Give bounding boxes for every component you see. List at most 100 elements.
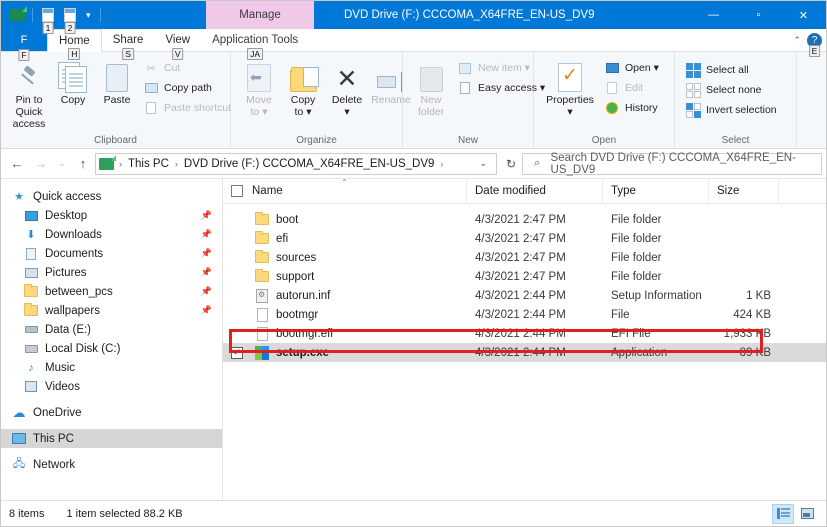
tab-home-label: Home <box>59 35 90 47</box>
search-input[interactable]: Search DVD Drive (F:) CCCOMA_X64FRE_EN-U… <box>551 152 814 176</box>
back-button[interactable]: ← <box>5 152 29 176</box>
contextual-tab-manage[interactable]: Manage <box>206 1 314 29</box>
forward-button[interactable]: → <box>29 152 53 176</box>
pin-icon: 📌 <box>201 267 212 278</box>
row-checkbox[interactable]: ✓ <box>231 347 243 359</box>
content-area: ★ Quick access Desktop 📌 ⬇ Downloads 📌 D… <box>1 179 826 500</box>
copy-button[interactable]: Copy <box>51 56 95 108</box>
open-button[interactable]: Open ▾ <box>600 58 663 78</box>
sidebar-item-music[interactable]: ♪ Music <box>1 358 222 377</box>
close-button[interactable]: ✕ <box>781 1 826 29</box>
sidebar-item-documents[interactable]: Documents 📌 <box>1 244 222 263</box>
sidebar-item-videos[interactable]: Videos <box>1 377 222 396</box>
new-folder-qat-button[interactable]: 2 <box>60 5 80 25</box>
sidebar-item-pictures[interactable]: Pictures 📌 <box>1 263 222 282</box>
checkmark-icon: ✓ <box>233 347 241 358</box>
refresh-button[interactable]: ↻ <box>500 153 522 175</box>
search-box[interactable]: ⌕ Search DVD Drive (F:) CCCOMA_X64FRE_EN… <box>522 153 822 175</box>
sidebar-item-data-e[interactable]: Data (E:) <box>1 320 222 339</box>
item-count: 8 items <box>9 508 44 520</box>
file-size: 89 KB <box>709 347 779 359</box>
breadcrumb-item-this-pc[interactable]: This PC <box>126 158 171 170</box>
invert-selection-button[interactable]: Invert selection <box>681 100 781 120</box>
move-to-button[interactable]: Move to ▾ <box>237 56 281 120</box>
select-all-button[interactable]: Select all <box>681 60 781 80</box>
quick-access-toolbar: 1 2 ▾ <box>1 1 104 29</box>
column-header-size[interactable]: Size <box>709 179 779 204</box>
tab-file[interactable]: F F <box>1 28 47 51</box>
breadcrumb-separator-1: › <box>174 159 179 169</box>
sidebar-item-label: Downloads <box>45 229 102 241</box>
paste-shortcut-button[interactable]: Paste shortcut <box>139 98 235 118</box>
file-name: support <box>276 271 314 283</box>
sidebar-item-local-disk-c[interactable]: Local Disk (C:) <box>1 339 222 358</box>
file-type: EFI File <box>603 328 709 340</box>
help-icon[interactable]: ? E <box>807 33 822 48</box>
sort-ascending-icon: ⌃ <box>341 178 348 187</box>
up-button[interactable]: ↑ <box>71 152 95 176</box>
file-name: boot <box>276 214 298 226</box>
ribbon-utility-buttons: ⌃ ? E <box>793 29 822 52</box>
sidebar-item-this-pc[interactable]: This PC <box>1 429 222 448</box>
breadcrumb-item-dvd-drive[interactable]: DVD Drive (F:) CCCOMA_X64FRE_EN-US_DV9 <box>182 158 437 170</box>
sidebar-item-label: Music <box>45 362 75 374</box>
explorer-icon[interactable] <box>7 5 27 25</box>
sidebar-item-quick-access[interactable]: ★ Quick access <box>1 187 222 206</box>
table-row-selected[interactable]: ✓ setup.exe 4/3/2021 2:44 PM Application… <box>223 343 826 362</box>
sidebar-item-downloads[interactable]: ⬇ Downloads 📌 <box>1 225 222 244</box>
recent-locations-button[interactable]: ⌄ <box>53 152 71 176</box>
breadcrumb-dropdown-icon[interactable]: ⌄ <box>473 158 493 169</box>
select-none-button[interactable]: Select none <box>681 80 781 100</box>
file-name-cell: autorun.inf <box>223 288 467 304</box>
file-type: File <box>603 309 709 321</box>
collapse-ribbon-icon[interactable]: ⌃ <box>793 35 801 46</box>
tab-application-tools[interactable]: Application Tools JA <box>201 28 309 51</box>
qat-dropdown-icon[interactable]: ▾ <box>82 10 95 21</box>
generic-file-icon <box>254 326 270 342</box>
column-headers: ⌃ Name Date modified Type Size <box>223 179 826 204</box>
sidebar-item-wallpapers[interactable]: wallpapers 📌 <box>1 301 222 320</box>
copy-to-button[interactable]: Copy to ▾ <box>281 56 325 120</box>
window-title: DVD Drive (F:) CCCOMA_X64FRE_EN-US_DV9 <box>344 1 595 29</box>
table-row[interactable]: support 4/3/2021 2:47 PM File folder <box>223 267 826 286</box>
column-header-type[interactable]: Type <box>603 179 709 204</box>
sidebar-item-between-pcs[interactable]: between_pcs 📌 <box>1 282 222 301</box>
help-keytip: E <box>809 45 821 57</box>
paste-button[interactable]: Paste <box>95 56 139 108</box>
window-controls: — ▫ ✕ <box>691 1 826 29</box>
minimize-button[interactable]: — <box>691 1 736 29</box>
properties-qat-button[interactable]: 1 <box>38 5 58 25</box>
table-row[interactable]: boot 4/3/2021 2:47 PM File folder <box>223 210 826 229</box>
tab-share[interactable]: Share S <box>102 28 155 51</box>
history-button[interactable]: History <box>600 98 663 118</box>
view-buttons <box>772 504 818 524</box>
select-all-icon <box>685 62 701 78</box>
details-view-button[interactable] <box>772 504 794 524</box>
maximize-button[interactable]: ▫ <box>736 1 781 29</box>
sidebar-item-desktop[interactable]: Desktop 📌 <box>1 206 222 225</box>
column-header-date-modified[interactable]: Date modified <box>467 179 603 204</box>
column-header-name[interactable]: ⌃ Name <box>223 179 467 204</box>
table-row[interactable]: autorun.inf 4/3/2021 2:44 PM Setup Infor… <box>223 286 826 305</box>
sidebar-item-network[interactable]: 🖧 Network <box>1 455 222 474</box>
table-row[interactable]: efi 4/3/2021 2:47 PM File folder <box>223 229 826 248</box>
large-icons-view-button[interactable] <box>796 504 818 524</box>
sidebar-item-onedrive[interactable]: ☁ OneDrive <box>1 403 222 422</box>
edit-button[interactable]: Edit <box>600 78 663 98</box>
table-row[interactable]: sources 4/3/2021 2:47 PM File folder <box>223 248 826 267</box>
select-all-checkbox[interactable] <box>231 185 243 197</box>
cut-button[interactable]: ✂ Cut <box>139 58 235 78</box>
tab-view-keytip: V <box>172 48 184 60</box>
file-name-cell: support <box>223 269 467 285</box>
tab-view[interactable]: View V <box>154 28 201 51</box>
pin-to-quick-access-button[interactable]: Pin to Quick access <box>7 56 51 132</box>
new-folder-button[interactable]: New folder <box>409 56 453 120</box>
copy-path-button[interactable]: Copy path <box>139 78 235 98</box>
sidebar-item-label: This PC <box>33 433 74 445</box>
properties-button[interactable]: Properties ▾ <box>540 56 600 120</box>
breadcrumb[interactable]: › This PC › DVD Drive (F:) CCCOMA_X64FRE… <box>95 153 497 175</box>
table-row[interactable]: bootmgr.efi 4/3/2021 2:44 PM EFI File 1,… <box>223 324 826 343</box>
file-name-cell: bootmgr <box>223 307 467 323</box>
table-row[interactable]: bootmgr 4/3/2021 2:44 PM File 424 KB <box>223 305 826 324</box>
delete-button[interactable]: ✕ Delete ▾ <box>325 56 369 120</box>
